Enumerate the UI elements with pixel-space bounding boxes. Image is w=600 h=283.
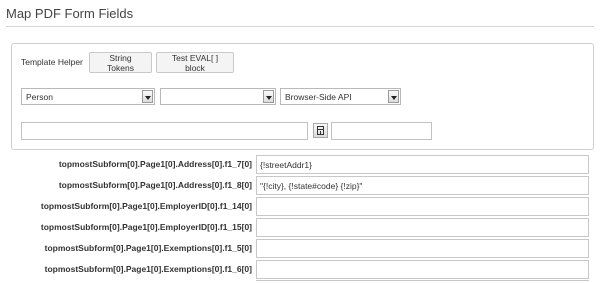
field-label: topmostSubform[0].Page1[0].Address[0].f1… [58, 159, 252, 169]
chevron-down-icon[interactable] [388, 90, 399, 103]
field-mapping-input[interactable]: {!streetAddr1} [256, 155, 589, 174]
template-helper-panel: Template Helper String Tokens Test EVAL[… [11, 43, 594, 150]
field-row: topmostSubform[0].Page1[0].EmployerID[0]… [0, 197, 600, 217]
entity-select[interactable]: Person [21, 88, 155, 105]
result-input[interactable] [331, 122, 432, 140]
field-row: topmostSubform[0].Page1[0].Address[0].f1… [0, 155, 600, 175]
field-select[interactable] [160, 88, 276, 105]
field-mapping-input[interactable] [256, 218, 589, 237]
chevron-down-icon[interactable] [142, 90, 153, 103]
field-mapping-input[interactable] [256, 239, 589, 258]
template-helper-label: Template Helper [21, 57, 83, 67]
api-select[interactable]: Browser-Side API [280, 88, 401, 105]
field-label: topmostSubform[0].Page1[0].Exemptions[0]… [44, 264, 252, 274]
field-row: topmostSubform[0].Page1[0].Address[0].f1… [0, 176, 600, 196]
string-tokens-button[interactable]: String Tokens [89, 52, 152, 73]
page-title: Map PDF Form Fields [6, 6, 134, 21]
field-label: topmostSubform[0].Page1[0].EmployerID[0]… [40, 201, 252, 211]
field-mapping-input[interactable] [256, 197, 589, 216]
field-mapping-input[interactable]: "{!city}, {!state#code} {!zip}" [256, 176, 589, 195]
api-select-value: Browser-Side API [285, 92, 352, 102]
title-divider [6, 26, 594, 27]
test-eval-button[interactable]: Test EVAL[ ] block [156, 52, 234, 73]
field-label: topmostSubform[0].Page1[0].EmployerID[0]… [40, 222, 252, 232]
chevron-down-icon[interactable] [263, 90, 274, 103]
entity-select-value: Person [26, 92, 53, 102]
expression-input[interactable] [21, 122, 308, 140]
field-row: topmostSubform[0].Page1[0].Exemptions[0]… [0, 260, 600, 280]
field-label: topmostSubform[0].Page1[0].Address[0].f1… [58, 180, 252, 190]
field-row: topmostSubform[0].Page1[0].EmployerID[0]… [0, 218, 600, 238]
field-row: topmostSubform[0].Page1[0].Exemptions[0]… [0, 239, 600, 259]
field-label: topmostSubform[0].Page1[0].Exemptions[0]… [44, 243, 252, 253]
calculator-icon[interactable] [313, 123, 328, 138]
field-mapping-input[interactable] [256, 260, 589, 279]
